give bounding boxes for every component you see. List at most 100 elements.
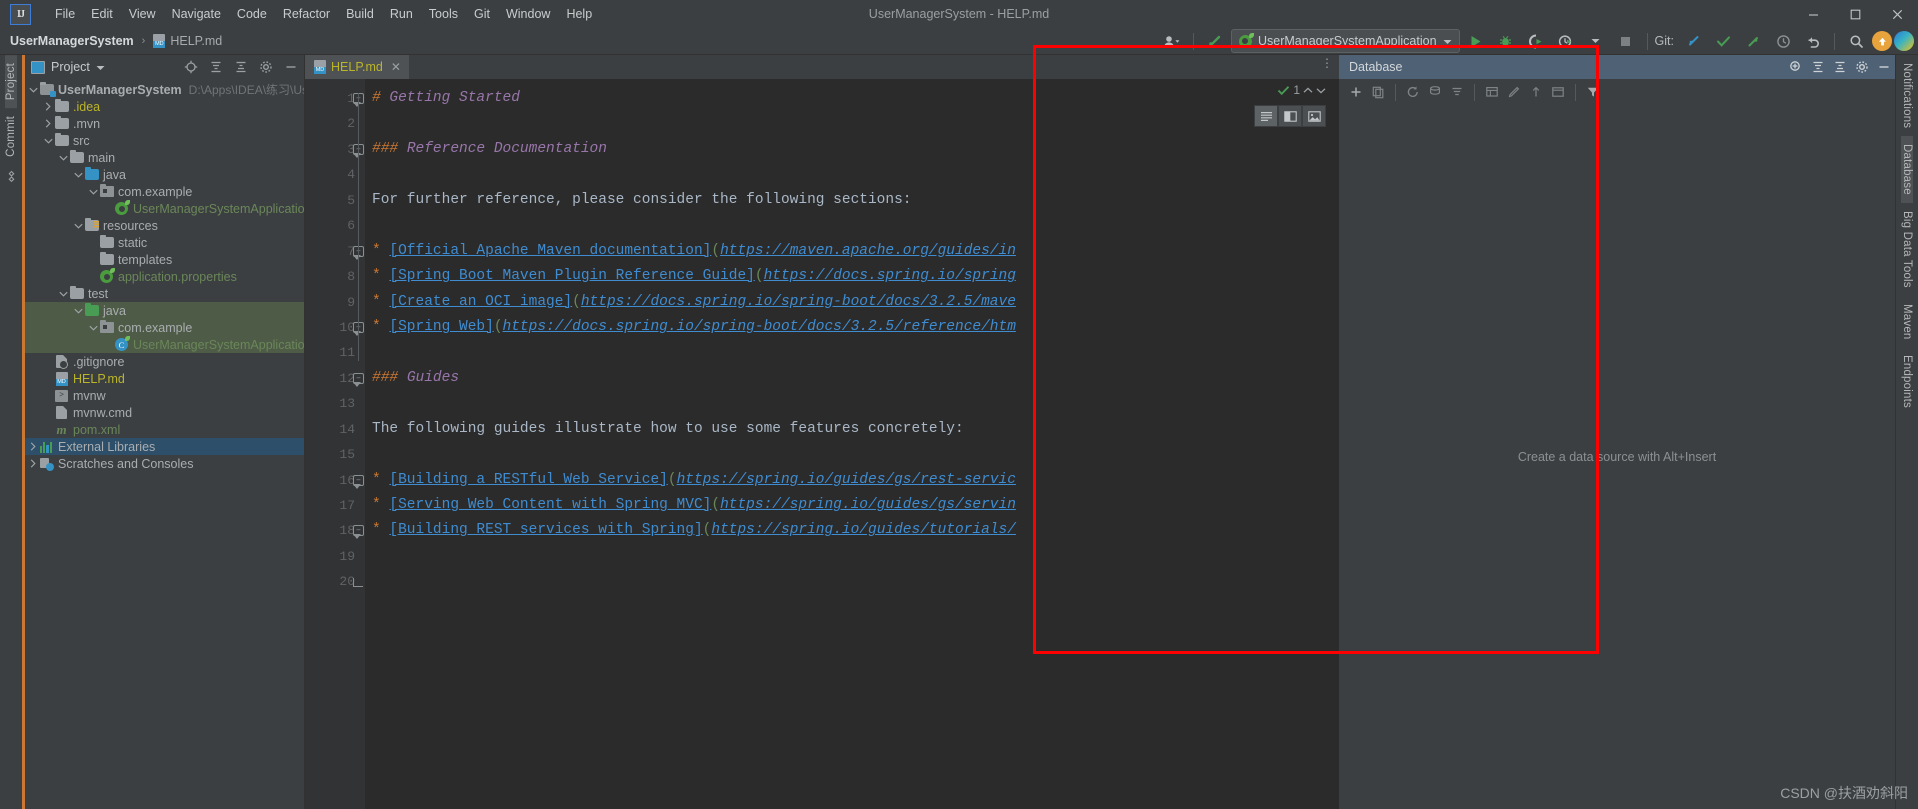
filter-schema-icon[interactable] [1447, 82, 1467, 102]
inspection-widget[interactable]: 1 [1277, 83, 1326, 97]
collapse-icon[interactable] [1829, 56, 1851, 78]
expand-all-icon[interactable] [206, 58, 225, 77]
filter-funnel-icon[interactable] [1583, 82, 1603, 102]
menu-item-build[interactable]: Build [338, 4, 382, 24]
code-line[interactable]: For further reference, please consider t… [365, 188, 1339, 213]
chevron-down-icon[interactable] [1316, 83, 1326, 97]
ide-feature-icon[interactable] [1894, 31, 1914, 51]
expand-icon[interactable] [1807, 56, 1829, 78]
code-token[interactable]: [Spring Web] [389, 319, 493, 335]
tree-node-help-md[interactable]: MD HELP.md [23, 370, 304, 387]
code-line[interactable]: * [Serving Web Content with Spring MVC](… [365, 493, 1339, 518]
close-x-icon[interactable]: ✕ [391, 60, 401, 74]
menu-item-help[interactable]: Help [558, 4, 600, 24]
tree-node-main[interactable]: main [23, 149, 304, 166]
chevron-right-icon[interactable] [42, 118, 54, 130]
tree-node-application-properties[interactable]: application.properties [23, 268, 304, 285]
sidebar-item-database[interactable]: Database [1901, 136, 1913, 204]
code-token[interactable]: https://spring.io/guides/gs/rest-servic [677, 472, 1016, 488]
profiler-dropdown-icon[interactable] [1582, 30, 1610, 52]
tree-node-mvnw-cmd[interactable]: mvnw.cmd [23, 404, 304, 421]
sidebar-item-endpoints[interactable]: Endpoints [1901, 347, 1913, 416]
sync-database-icon[interactable] [1425, 82, 1445, 102]
add-data-source-icon[interactable] [1785, 56, 1807, 78]
chevron-down-icon[interactable] [27, 84, 39, 96]
jump-to-icon[interactable] [1526, 82, 1546, 102]
code-line[interactable]: * [Official Apache Maven documentation](… [365, 239, 1339, 264]
code-token[interactable]: [Create an OCI image] [389, 294, 572, 310]
sidebar-item-big-data-tools[interactable]: Big Data Tools [1901, 203, 1913, 296]
code-line[interactable] [365, 340, 1339, 365]
add-plus-icon[interactable] [1346, 82, 1366, 102]
tree-node--mvn[interactable]: .mvn [23, 115, 304, 132]
tree-node-com-example[interactable]: com.example [23, 319, 304, 336]
search-everywhere-button[interactable] [1842, 30, 1870, 52]
code-line[interactable] [365, 111, 1339, 136]
code-line[interactable]: ### Guides [365, 366, 1339, 391]
chevron-down-icon[interactable] [72, 220, 84, 232]
code-token[interactable]: https://docs.spring.io/spring-boot/docs/… [581, 294, 1016, 310]
sidebar-item-notifications[interactable]: Notifications [1901, 55, 1913, 136]
editor-tab-help-md[interactable]: MD HELP.md ✕ [305, 55, 409, 79]
editor-only-mode-button[interactable] [1254, 105, 1278, 127]
profiler-button[interactable] [1552, 30, 1580, 52]
chevron-down-icon[interactable] [96, 60, 105, 74]
menu-item-tools[interactable]: Tools [421, 4, 466, 24]
code-token[interactable]: https://docs.spring.io/spring [764, 268, 1016, 284]
tree-node-static[interactable]: static [23, 234, 304, 251]
hide-panel-icon[interactable] [1873, 56, 1895, 78]
code-token[interactable]: [Building a RESTful Web Service] [389, 472, 667, 488]
run-button[interactable] [1462, 30, 1490, 52]
project-panel-title[interactable]: Project [51, 60, 90, 74]
sidebar-item-maven[interactable]: Maven [1901, 296, 1913, 348]
modify-icon[interactable] [1504, 82, 1524, 102]
code-line[interactable]: The following guides illustrate how to u… [365, 417, 1339, 442]
code-line[interactable] [365, 544, 1339, 569]
chevron-right-icon[interactable] [27, 441, 39, 453]
chevron-up-icon[interactable] [1303, 83, 1313, 97]
chevron-down-icon[interactable] [1443, 34, 1452, 48]
table-editor-icon[interactable] [1482, 82, 1502, 102]
debug-button[interactable] [1492, 30, 1520, 52]
git-rollback-button[interactable] [1799, 30, 1827, 52]
code-token[interactable]: [Building REST services with Spring] [389, 522, 702, 538]
run-configuration-selector[interactable]: UserManagerSystemApplication [1230, 29, 1460, 53]
tree-node-java[interactable]: java [23, 166, 304, 183]
menu-item-edit[interactable]: Edit [83, 4, 121, 24]
menu-item-window[interactable]: Window [498, 4, 558, 24]
settings-gear-icon[interactable] [256, 58, 275, 77]
tab-options-icon[interactable]: ⋮ [1321, 57, 1333, 69]
code-token[interactable]: https://maven.apache.org/guides/in [720, 243, 1016, 259]
chevron-down-icon[interactable] [87, 186, 99, 198]
duplicate-icon[interactable] [1368, 82, 1388, 102]
code-line[interactable] [365, 391, 1339, 416]
chevron-down-icon[interactable] [57, 288, 69, 300]
chevron-down-icon[interactable] [42, 135, 54, 147]
code-line[interactable]: * [Building REST services with Spring](h… [365, 518, 1339, 543]
menu-item-navigate[interactable]: Navigate [164, 4, 229, 24]
hide-panel-icon[interactable] [281, 58, 300, 77]
chevron-down-icon[interactable] [87, 322, 99, 334]
tree-node-com-example[interactable]: com.example [23, 183, 304, 200]
menu-item-view[interactable]: View [121, 4, 164, 24]
menu-item-file[interactable]: File [47, 4, 83, 24]
code-line[interactable]: # Getting Started [365, 86, 1339, 111]
stop-button[interactable] [1612, 30, 1640, 52]
chevron-down-icon[interactable] [72, 169, 84, 181]
code-line[interactable]: ### Reference Documentation [365, 137, 1339, 162]
tree-node-mvnw[interactable]: > mvnw [23, 387, 304, 404]
tree-node-test[interactable]: test [23, 285, 304, 302]
tree-node-external-libraries[interactable]: External Libraries [23, 438, 304, 455]
tree-node-resources[interactable]: resources [23, 217, 304, 234]
tree-node-scratches-and-consoles[interactable]: Scratches and Consoles [23, 455, 304, 472]
settings-gear-icon[interactable] [1851, 56, 1873, 78]
project-tree[interactable]: UserManagerSystem D:\Apps\IDEA\练习\UserMan… [23, 79, 304, 809]
refresh-icon[interactable] [1403, 82, 1423, 102]
code-token[interactable]: [Official Apache Maven documentation] [389, 243, 711, 259]
git-commit-button[interactable] [1709, 30, 1737, 52]
menu-item-run[interactable]: Run [382, 4, 421, 24]
sidebar-item-project[interactable]: Project [5, 55, 17, 109]
chevron-right-icon[interactable] [42, 101, 54, 113]
code-line[interactable] [365, 442, 1339, 467]
minimize-button[interactable] [1792, 0, 1834, 28]
